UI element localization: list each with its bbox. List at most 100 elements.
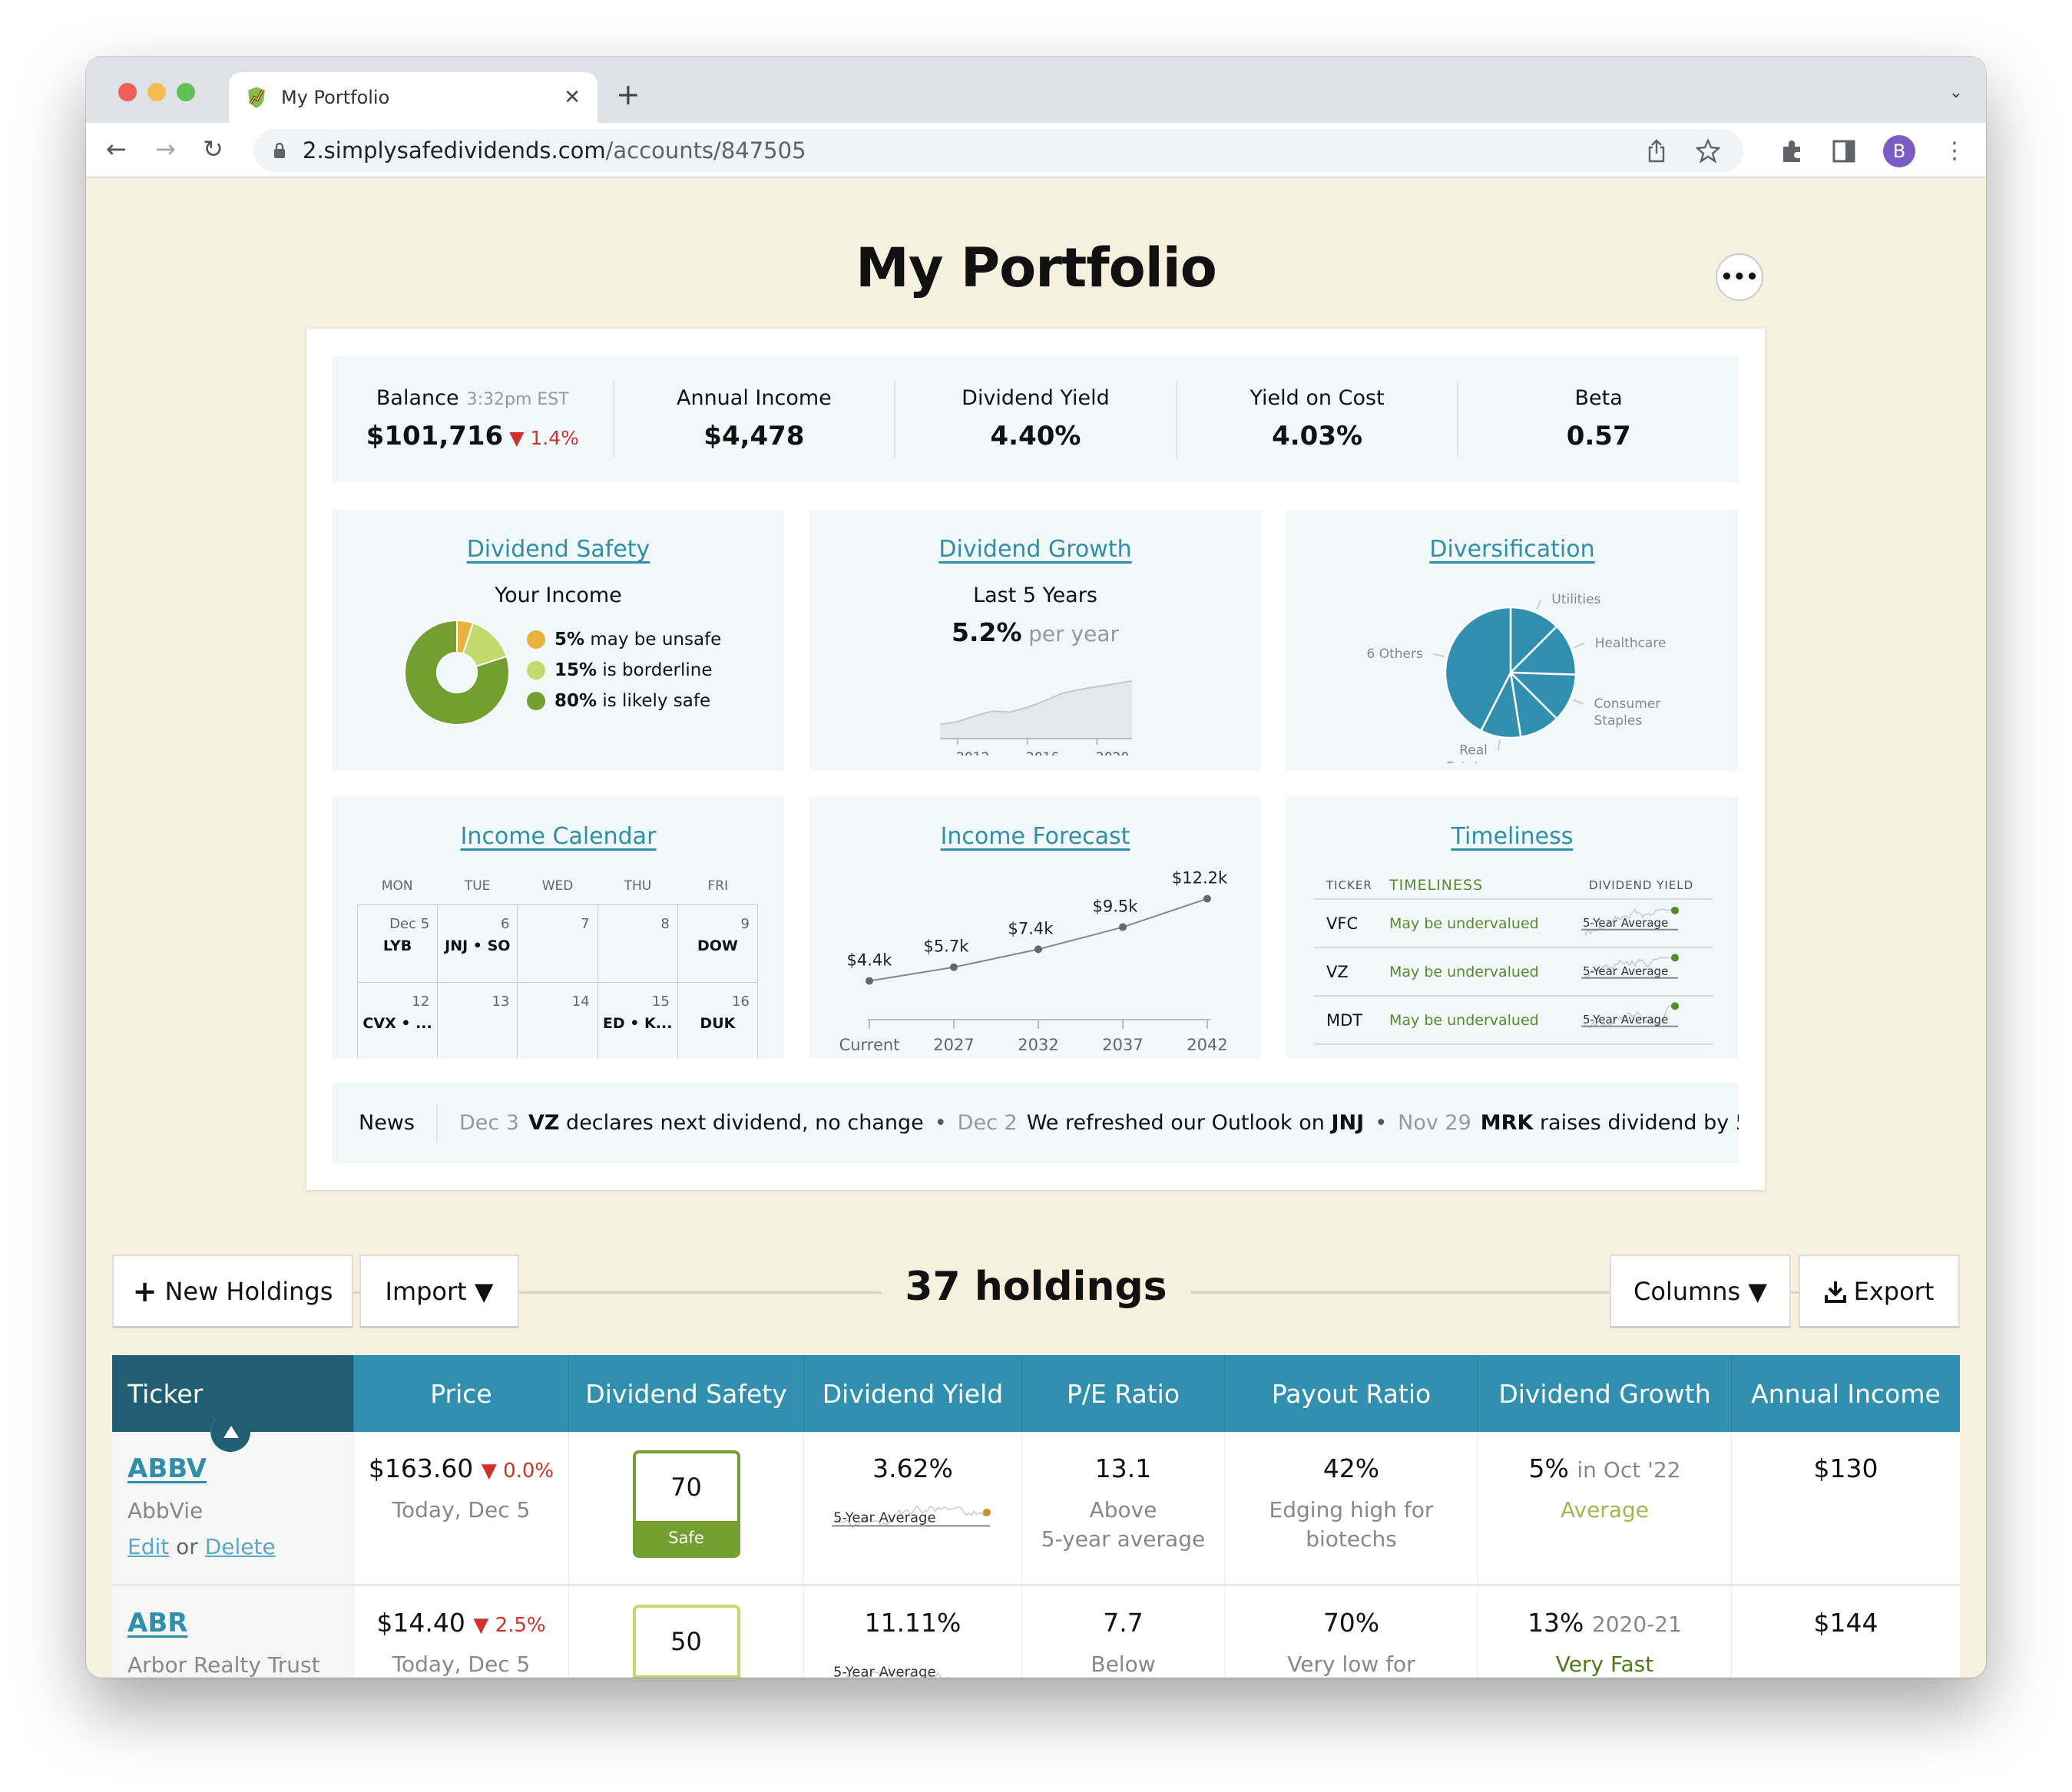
forecast-point (866, 977, 873, 985)
income-calendar-link[interactable]: Income Calendar (333, 823, 784, 850)
safety-score-badge[interactable]: 50 Borderline (632, 1605, 740, 1678)
pe-note: Above 5-year average (1041, 1497, 1206, 1552)
dividend-growth-link[interactable]: Dividend Growth (809, 536, 1261, 563)
forecast-point (1119, 923, 1127, 931)
timeliness-link[interactable]: Timeliness (1286, 823, 1738, 850)
pie-label-connector (1433, 653, 1445, 658)
dividend-safety-link[interactable]: Dividend Safety (333, 536, 784, 563)
export-button[interactable]: Export (1799, 1255, 1960, 1328)
x-tick-label: 2020 (1096, 750, 1129, 755)
yield-history-sparkline: 5-Year Average (833, 1665, 949, 1678)
timeliness-row[interactable]: MDT May be undervalued 5-Year Average (1314, 997, 1713, 1045)
portfolio-summary-card: Balance 3:32pm EST $101,716 ▼ 1.4% Annual … (306, 329, 1765, 1190)
cell-annual-income: $144 (1731, 1586, 1960, 1678)
yield-value: 11.11% (864, 1608, 962, 1638)
forward-icon[interactable]: → (155, 137, 176, 161)
tab-bar: My Portfolio ✕ + ⌄ (86, 57, 1986, 123)
safety-legend: 5% may be unsafe 15% is borderline 80% i… (527, 629, 721, 721)
minimize-window-button[interactable] (147, 83, 166, 101)
window-controls (118, 83, 195, 101)
col-header-pe-ratio[interactable]: P/E Ratio (1021, 1355, 1224, 1432)
news-item[interactable]: Dec 3 VZ declares next dividend, no chang… (459, 1111, 924, 1135)
safety-score-badge[interactable]: 70 Safe (632, 1450, 740, 1558)
columns-button[interactable]: Columns ▼ (1610, 1255, 1791, 1328)
close-window-button[interactable] (118, 83, 137, 101)
stat-beta: Beta 0.57 (1457, 380, 1739, 458)
income-forecast-link[interactable]: Income Forecast (809, 823, 1261, 850)
table-header: Ticker Price Dividend Safety Dividend Yi… (112, 1355, 1960, 1452)
stat-timestamp: 3:32pm EST (466, 390, 569, 409)
sort-ascending-icon[interactable] (210, 1412, 250, 1452)
row-actions: Edit or Delete (127, 1534, 276, 1559)
calendar-day-cell[interactable]: 14 (518, 983, 598, 1058)
timeliness-row[interactable]: VZ May be undervalued 5-Year Average (1314, 948, 1713, 997)
calendar-day-cell[interactable]: 15 ED • K... (598, 983, 678, 1058)
cell-dividend-safety: 50 Borderline (568, 1586, 803, 1678)
timeliness-status: May be undervalued (1389, 963, 1539, 980)
profile-avatar[interactable]: B (1883, 135, 1915, 167)
table-row: ABR Arbor Realty Trust Edit or Delete $1… (112, 1586, 1960, 1678)
price-value: $163.60 (368, 1453, 474, 1483)
five-year-average-label: 5-Year Average (1583, 1013, 1668, 1027)
news-item[interactable]: Nov 29MRK raises dividend by 5.8%... (1398, 1111, 1739, 1135)
annual-income-value: $144 (1813, 1608, 1878, 1638)
address-bar[interactable]: 2.simplysafedividends.com/accounts/84750… (253, 129, 1743, 172)
col-header-payout-ratio[interactable]: Payout Ratio (1224, 1355, 1478, 1432)
news-item[interactable]: Dec 2 We refreshed our Outlook on JNJ (958, 1111, 1365, 1135)
ticker-link[interactable]: ABR (127, 1608, 187, 1638)
download-icon (1824, 1281, 1846, 1303)
timeliness-row[interactable]: VFC May be undervalued 5-Year Average (1314, 900, 1713, 948)
forecast-data-label: $4.4k (847, 951, 893, 970)
tab-search-chevron-icon[interactable]: ⌄ (1949, 83, 1963, 102)
cell-price: $14.40 ▼ 2.5% Today, Dec 5 (353, 1586, 568, 1678)
close-tab-icon[interactable]: ✕ (564, 86, 581, 109)
col-dividend-yield: DIVIDEND YIELD (1589, 878, 1694, 892)
diversification-link[interactable]: Diversification (1286, 536, 1738, 563)
safety-donut-chart (404, 619, 510, 726)
calendar-header: MON TUE WED THU FRI (357, 858, 758, 904)
calendar-day-cell[interactable]: 8 (597, 905, 678, 983)
col-header-dividend-yield[interactable]: Dividend Yield (803, 1355, 1021, 1432)
col-header-annual-income[interactable]: Annual Income (1731, 1355, 1960, 1432)
col-header-ticker[interactable]: Ticker (112, 1355, 353, 1452)
cell-dividend-growth: 13% 2020-21 Very Fast (1478, 1586, 1731, 1678)
site-favicon-icon (248, 87, 265, 108)
calendar-day-cell[interactable]: Dec 5 LYB (358, 905, 439, 983)
stat-value: $101,716 (366, 421, 504, 451)
side-panel-icon[interactable] (1832, 140, 1855, 163)
calendar-day-cell[interactable]: 6 JNJ • SO (438, 905, 518, 983)
cell-annual-income: $130 (1731, 1432, 1960, 1584)
news-separator: • (934, 1111, 947, 1135)
import-button[interactable]: Import ▼ (359, 1255, 519, 1328)
col-timeliness: TIMELINESS (1389, 877, 1484, 894)
edit-link[interactable]: Edit (127, 1534, 169, 1559)
col-header-dividend-safety[interactable]: Dividend Safety (568, 1355, 803, 1432)
safety-label: Safe (635, 1521, 737, 1555)
bookmark-star-icon[interactable] (1696, 138, 1720, 163)
extensions-puzzle-icon[interactable] (1780, 139, 1805, 164)
col-header-dividend-growth[interactable]: Dividend Growth (1478, 1355, 1731, 1432)
more-options-button[interactable]: ••• (1716, 253, 1763, 301)
calendar-day-header: WED (541, 878, 574, 894)
calendar-day-cell[interactable]: 13 (438, 983, 518, 1058)
new-tab-button[interactable]: + (616, 80, 640, 109)
share-icon[interactable] (1647, 138, 1667, 163)
income-forecast-panel: Income Forecast $4.4k Current $5.7k 2027 $7.… (809, 797, 1261, 1058)
col-header-price[interactable]: Price (353, 1355, 568, 1432)
maximize-window-button[interactable] (177, 83, 195, 101)
calendar-day-cell[interactable]: 12 CVX • ... (358, 983, 439, 1058)
calendar-day-cell[interactable]: 7 (518, 905, 598, 983)
back-icon[interactable]: ← (106, 137, 127, 161)
income-calendar-panel: Income Calendar MON TUE WED THU FRI Dec 5 LYB… (333, 797, 784, 1058)
x-tick-label: 2032 (1018, 1036, 1058, 1054)
delete-link[interactable]: Delete (205, 1534, 276, 1559)
pie-label: Healthcare (1595, 636, 1667, 651)
calendar-day-cell[interactable]: 16 DUK (678, 983, 758, 1058)
browser-tab[interactable]: My Portfolio ✕ (229, 72, 597, 123)
ticker-link[interactable]: ABBV (127, 1453, 207, 1484)
reload-icon[interactable]: ↻ (203, 137, 223, 161)
browser-menu-icon[interactable]: ⋮ (1943, 140, 1966, 163)
new-holdings-button[interactable]: + New Holdings (112, 1255, 353, 1328)
calendar-day-cell[interactable]: 9 DOW (677, 905, 758, 983)
stat-annual-income: Annual Income $4,478 (612, 380, 895, 458)
